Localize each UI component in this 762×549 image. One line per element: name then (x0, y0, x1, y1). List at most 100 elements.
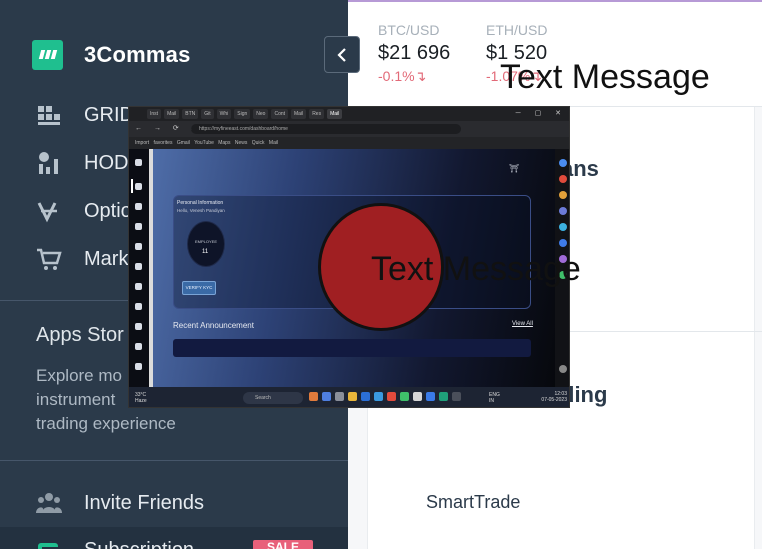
ticker-pair: BTC/USD (378, 22, 440, 38)
system-tray[interactable]: ENG IN (489, 392, 500, 404)
sidebar-item-label: HOD (84, 151, 129, 174)
window-controls-icon[interactable]: ─ ▢ ✕ (516, 109, 567, 117)
sidebar-item-label: Invite Friends (84, 491, 205, 514)
sidebar-item-hodl[interactable]: HOD (36, 148, 128, 178)
sale-badge: SALE (253, 540, 313, 549)
rail-icon[interactable] (135, 303, 142, 310)
sidebar-app-icon[interactable] (559, 223, 567, 231)
personal-info-title: Personal Information (177, 200, 224, 206)
sidebar-app-icon[interactable] (559, 239, 567, 247)
employee-id-label: EMPLOYEE (195, 239, 218, 244)
taskbar-app-icon[interactable] (400, 392, 409, 401)
employee-id-badge (187, 221, 225, 267)
rail-icon[interactable] (135, 343, 142, 350)
taskbar-app-icon[interactable] (439, 392, 448, 401)
weather-widget[interactable]: 33°C Haze (135, 392, 147, 404)
hodl-icon (36, 151, 62, 175)
browser-tab[interactable]: Mail (291, 109, 307, 119)
taskbar-app-icon[interactable] (413, 392, 422, 401)
embedded-left-rail (129, 149, 149, 387)
taskbar-app-icons (309, 392, 465, 401)
personal-info-name: Hello, Venesh Pandiyan (177, 208, 225, 213)
browser-address-bar: ← → ⟳ ⌂ https://myfineeast.com/dashboard… (129, 121, 569, 137)
taskbar-app-icon[interactable] (374, 392, 383, 401)
embedded-scrollbar[interactable] (149, 149, 153, 387)
smarttrade-link[interactable]: SmartTrade (426, 492, 520, 513)
browser-tab[interactable]: Git (201, 109, 214, 119)
url-field[interactable]: https://myfineeast.com/dashboard/home (191, 124, 461, 134)
browser-tab-strip: Inst Mail BTN Git Whi Sign Neo Cont Mail… (129, 107, 569, 121)
taskbar-search[interactable]: Search (243, 392, 303, 404)
chevron-left-icon (337, 47, 346, 62)
taskbar-app-icon[interactable] (452, 392, 461, 401)
rail-icon[interactable] (135, 263, 142, 270)
tray-region: IN (489, 398, 494, 404)
sidebar-item-marketplace[interactable]: Mark (36, 244, 128, 274)
ticker-price: $21 696 (378, 42, 451, 64)
apps-store-title[interactable]: Apps Stor (36, 324, 124, 347)
taskbar-app-icon[interactable] (322, 392, 331, 401)
collapse-sidebar-button[interactable] (324, 36, 360, 73)
browser-tab[interactable]: Mail (164, 109, 180, 119)
taskbar-app-icon[interactable] (335, 392, 344, 401)
browser-tab[interactable]: BTN (182, 109, 199, 119)
brand-name: 3Commas (84, 42, 191, 67)
weather-desc: Haze (135, 398, 147, 404)
brand-logo[interactable]: 3Commas (32, 40, 191, 70)
rail-icon[interactable] (135, 203, 142, 210)
clock-date: 07-05-2023 (541, 397, 567, 403)
sidebar-item-label: Mark (84, 247, 129, 270)
annotation-text-message: Text Message (371, 250, 581, 288)
ticker-pair: ETH/USD (486, 22, 548, 38)
verify-kyc-button[interactable]: VERIFY KYC (182, 281, 216, 295)
sidebar-item-subscription[interactable]: Subscription (36, 535, 194, 549)
bookmarks-bar[interactable]: Import favorites Gmail YouTube Maps News… (129, 137, 569, 149)
browser-tab-active[interactable]: Mail (327, 109, 343, 119)
taskbar-app-icon[interactable] (348, 392, 357, 401)
rail-icon[interactable] (135, 363, 142, 370)
sidebar-item-options[interactable]: Optio (36, 196, 132, 226)
taskbar-clock[interactable]: 12:03 07-05-2023 (533, 391, 567, 403)
subscription-icon (36, 538, 62, 549)
copilot-icon[interactable] (559, 159, 567, 167)
ticker-change-value: -0.1% (378, 68, 415, 84)
sidebar-item-label: Subscription (84, 539, 194, 549)
ticker-change: -0.1%↴ (378, 68, 450, 85)
options-icon (36, 199, 62, 223)
taskbar-app-icon[interactable] (309, 392, 318, 401)
sidebar-app-icon[interactable] (559, 191, 567, 199)
rail-icon[interactable] (135, 323, 142, 330)
windows-taskbar: 33°C Haze Search ENG IN 12:03 07-05-2023 (129, 387, 569, 407)
browser-tab[interactable]: Cont (271, 109, 289, 119)
annotation-text-message: Text Message (500, 58, 710, 96)
rail-icon[interactable] (135, 243, 142, 250)
view-all-link[interactable]: View All (512, 321, 533, 327)
rail-icon[interactable] (135, 283, 142, 290)
announcement-bar (173, 339, 531, 357)
sidebar-item-label: Optio (84, 199, 132, 222)
browser-tab[interactable]: Whi (216, 109, 232, 119)
browser-tab[interactable]: Res (309, 109, 325, 119)
users-icon (36, 491, 62, 515)
employee-id-value: 11 (202, 249, 209, 255)
ticker-btc[interactable]: BTC/USD $21 696 -0.1%↴ (378, 22, 450, 85)
browser-tab[interactable]: Inst (147, 109, 162, 119)
taskbar-app-icon[interactable] (361, 392, 370, 401)
browser-tab[interactable]: Sign (234, 109, 251, 119)
recent-announcement-title: Recent Announcement (173, 321, 254, 330)
embedded-brand-icon: ⛩ (509, 164, 520, 173)
sidebar-app-icon[interactable] (559, 207, 567, 215)
menu-icon[interactable] (135, 159, 142, 166)
browser-tab[interactable]: Neo (253, 109, 269, 119)
sidebar-item-grid[interactable]: GRID (36, 100, 134, 130)
rail-icon[interactable] (135, 183, 142, 190)
sidebar-item-invite-friends[interactable]: Invite Friends (36, 488, 204, 518)
taskbar-app-icon[interactable] (426, 392, 435, 401)
sidebar-app-icon[interactable] (559, 175, 567, 183)
down-arrow-icon: ↴ (414, 68, 427, 84)
logo-icon (32, 40, 63, 70)
settings-icon[interactable] (559, 365, 567, 373)
rail-icon[interactable] (135, 223, 142, 230)
rail-selection-indicator (131, 179, 133, 193)
taskbar-app-icon[interactable] (387, 392, 396, 401)
